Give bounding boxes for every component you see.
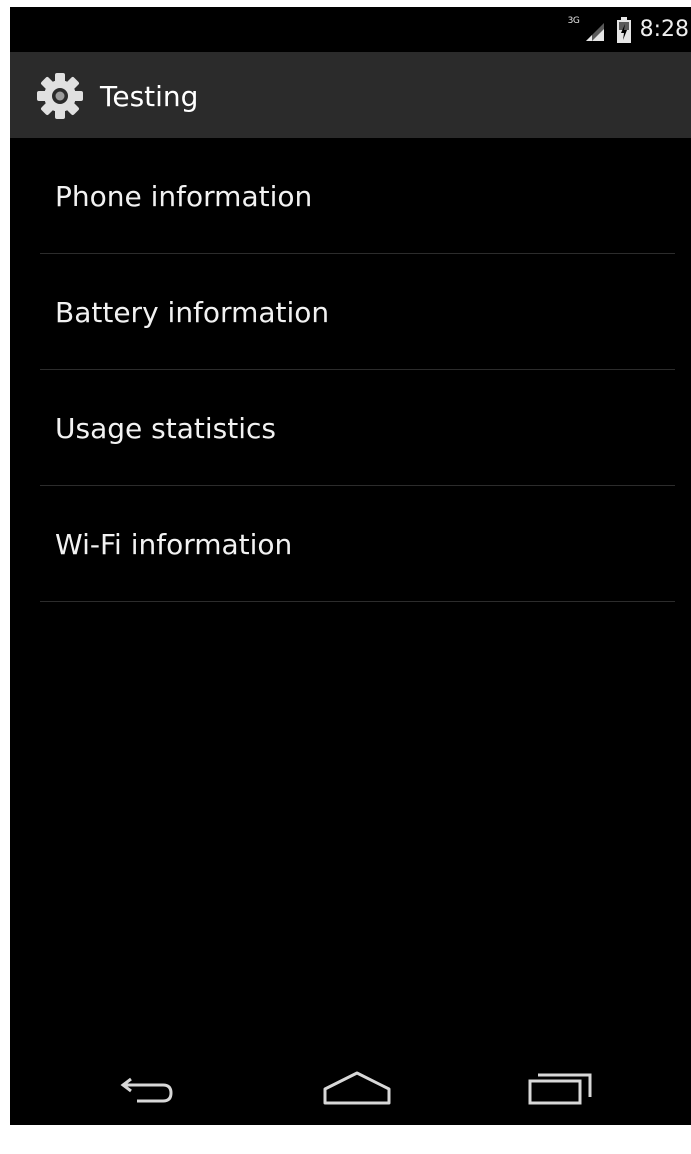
back-icon[interactable] xyxy=(113,1065,193,1113)
home-icon[interactable] xyxy=(317,1065,397,1113)
list-item-label: Battery information xyxy=(55,295,330,329)
status-clock: 8:28 xyxy=(639,17,689,42)
list-item-battery-information[interactable]: Battery information xyxy=(10,254,691,370)
recents-icon[interactable] xyxy=(518,1065,598,1113)
list-item-usage-statistics[interactable]: Usage statistics xyxy=(10,370,691,486)
status-indicators: 3G 8:28 xyxy=(568,7,691,52)
list-item-wifi-information[interactable]: Wi-Fi information xyxy=(10,486,691,602)
page-title: Testing xyxy=(100,80,199,113)
status-bar: 3G 8:28 xyxy=(10,7,691,52)
gear-icon[interactable] xyxy=(34,70,86,122)
list-item-label: Phone information xyxy=(55,179,313,213)
list-item-phone-information[interactable]: Phone information xyxy=(10,138,691,254)
action-bar: Testing xyxy=(10,52,691,138)
list-item-label: Usage statistics xyxy=(55,411,276,445)
signal-icon: 3G xyxy=(568,7,608,52)
network-type-label: 3G xyxy=(567,16,580,26)
navigation-bar xyxy=(10,1045,691,1125)
android-screen: 3G 8:28 Testing Phone information Batter… xyxy=(10,7,691,1125)
battery-icon xyxy=(616,16,632,44)
testing-menu-list: Phone information Battery information Us… xyxy=(10,138,691,602)
list-item-label: Wi-Fi information xyxy=(55,527,293,561)
divider xyxy=(40,601,675,602)
